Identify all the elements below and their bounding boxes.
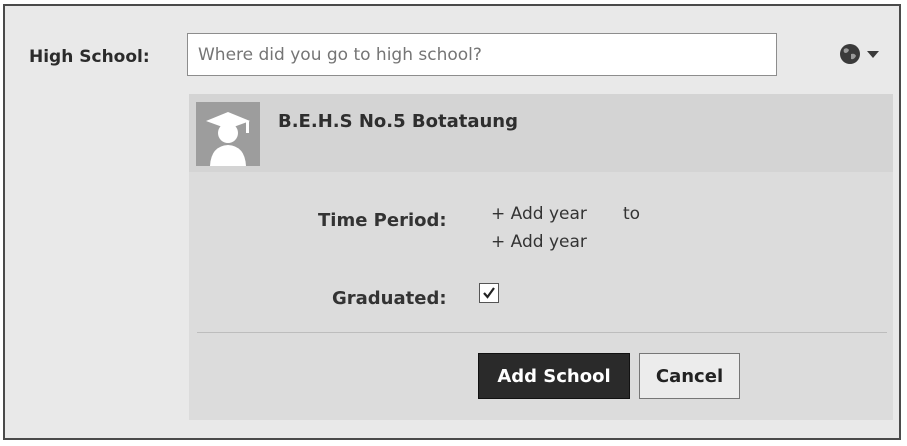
school-name[interactable]: B.E.H.S No.5 Botataung — [278, 111, 518, 132]
checkmark-icon — [483, 287, 495, 299]
add-end-year-link[interactable]: + Add year — [491, 232, 587, 252]
time-period-label: Time Period: — [318, 210, 447, 231]
privacy-selector[interactable] — [838, 42, 890, 66]
to-label: to — [623, 204, 641, 224]
graduated-checkbox[interactable] — [479, 283, 499, 303]
school-entry-panel: B.E.H.S No.5 Botataung Time Period: + Ad… — [189, 94, 893, 420]
high-school-input[interactable] — [187, 33, 777, 76]
caret-down-icon — [866, 49, 880, 59]
cancel-button[interactable]: Cancel — [639, 353, 740, 399]
add-start-year-link[interactable]: + Add year — [491, 204, 587, 224]
graduated-label: Graduated: — [332, 288, 447, 309]
edit-education-box: High School: Where did you go to high sc… — [3, 4, 901, 440]
add-school-button[interactable]: Add School — [478, 353, 630, 399]
graduate-silhouette-icon — [196, 102, 260, 166]
high-school-label: High School: — [29, 47, 150, 67]
globe-icon — [838, 42, 862, 66]
school-header: B.E.H.S No.5 Botataung — [189, 94, 893, 172]
divider — [197, 332, 887, 333]
